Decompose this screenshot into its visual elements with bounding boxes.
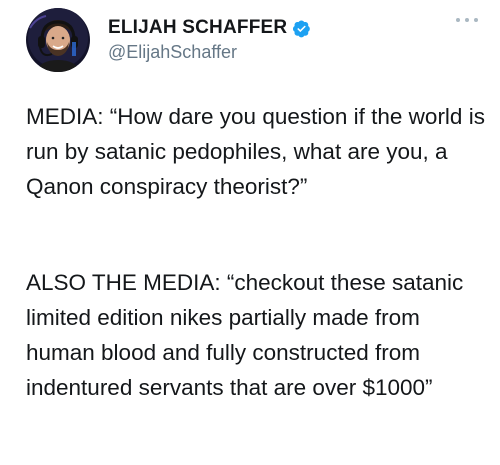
tweet-text-paragraph-2: ALSO THE MEDIA: “checkout these satanic … (26, 270, 464, 400)
verified-badge-icon (292, 19, 311, 38)
author-display-name[interactable]: ELIJAH SCHAFFER (108, 17, 287, 39)
more-options-icon[interactable] (456, 14, 478, 26)
author-handle[interactable]: @ElijahSchaffer (108, 42, 237, 63)
more-dot (465, 18, 469, 22)
author-avatar[interactable] (26, 8, 90, 72)
tweet-card: ELIJAH SCHAFFER @ElijahSchaffer MEDIA: “… (0, 0, 500, 465)
more-dot (456, 18, 460, 22)
tweet-text-paragraph-1: MEDIA: “How dare you question if the wor… (26, 104, 485, 199)
more-dot (474, 18, 478, 22)
profile-photo-headset-icon (28, 8, 88, 72)
author-name-row[interactable]: ELIJAH SCHAFFER (108, 16, 311, 40)
